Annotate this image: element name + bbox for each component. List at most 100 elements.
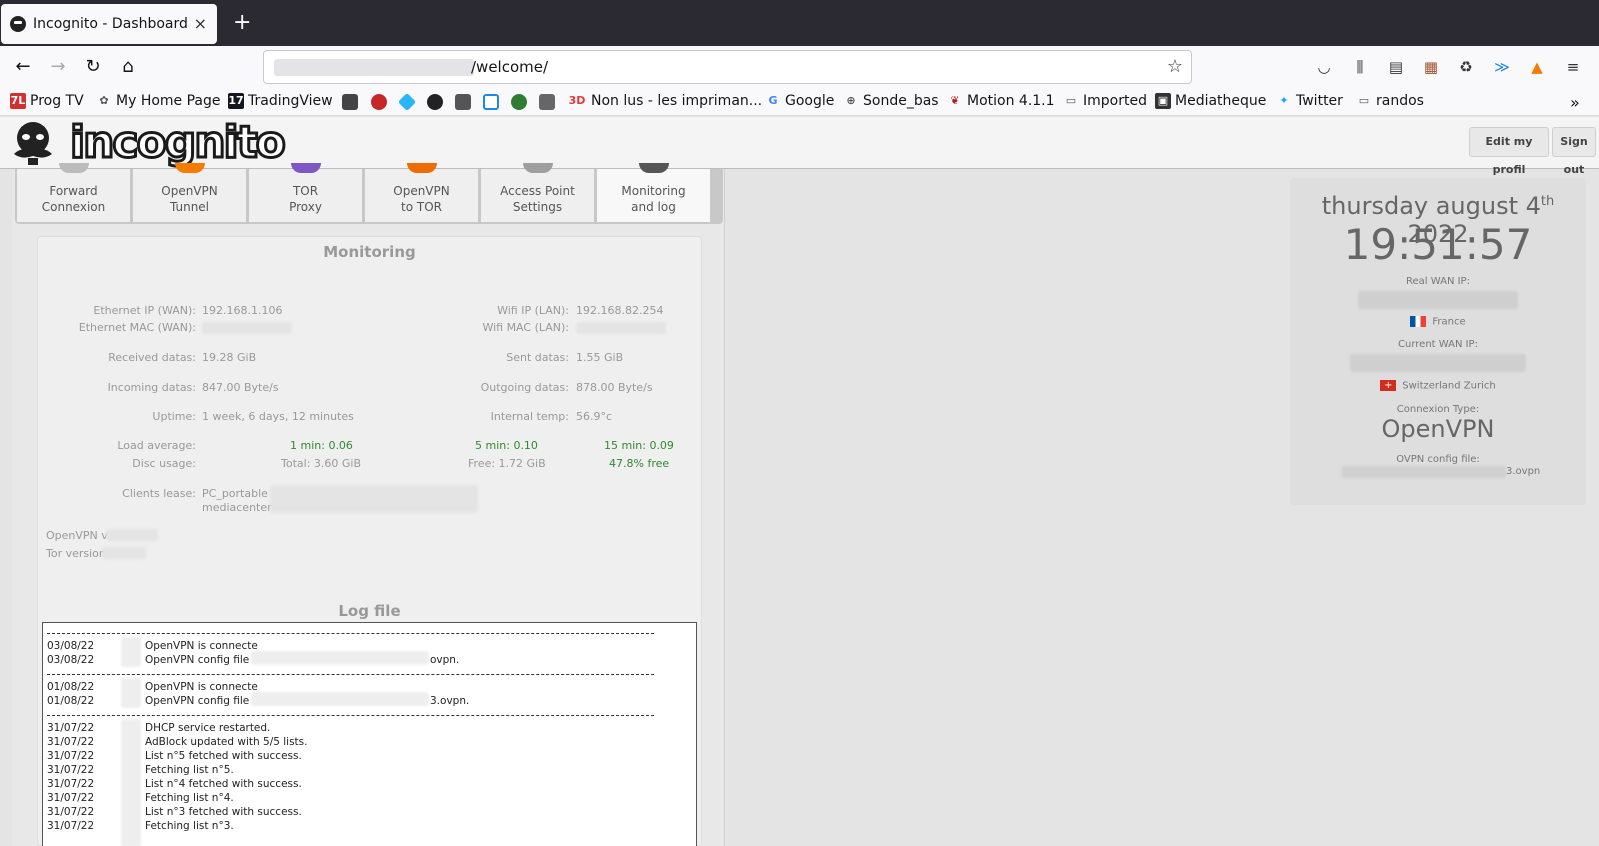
bookmark-tradingview[interactable]: 17 TradingView — [228, 93, 333, 109]
back-arrow-icon[interactable]: ← — [11, 55, 35, 79]
vlc-extension-icon[interactable]: ▲ — [1527, 57, 1547, 77]
bookmark-google[interactable]: G Google — [765, 93, 834, 109]
openwrt-icon[interactable] — [539, 94, 555, 110]
switzerland-flag-icon: + — [1380, 380, 1397, 391]
redacted-value — [121, 719, 141, 846]
tab-openvpn-to-tor[interactable]: OpenVPN to TOR — [365, 163, 479, 222]
bookmark-star-icon[interactable]: ☆ — [1167, 56, 1183, 77]
bookmark-label: Imported — [1083, 93, 1147, 109]
bookmark-non-lus[interactable]: 3D Non lus - les impriman... — [567, 93, 763, 109]
bookmark-folder-randos[interactable]: ▭ randos — [1356, 93, 1424, 109]
ovpn-config-label: OVPN config file: — [1396, 454, 1480, 465]
tab-openvpn-tunnel[interactable]: OpenVPN Tunnel — [133, 163, 247, 222]
outgoing-label: Outgoing datas: — [480, 381, 569, 394]
sidebar-icon[interactable]: ▤ — [1386, 57, 1406, 77]
incoming-value: 847.00 Byte/s — [202, 381, 279, 394]
tab-access-point-settings[interactable]: Access Point Settings — [481, 163, 595, 222]
tab-title: Incognito - Dashboard — [33, 16, 188, 32]
close-tab-icon[interactable]: × — [194, 14, 207, 33]
library-icon[interactable]: ⫼ — [1350, 57, 1370, 77]
log-ovpn-suffix: ovpn. — [430, 654, 460, 666]
monitoring-title: Monitoring — [323, 243, 416, 261]
sign-out-button[interactable]: Sign out — [1552, 127, 1596, 176]
tab-forward-connexion[interactable]: Forward Connexion — [17, 163, 131, 222]
log-date: 31/07/22 — [47, 778, 95, 790]
log-message: OpenVPN is connecte — [145, 640, 258, 652]
tab-label: TOR — [292, 184, 319, 198]
eth-ip-value: 192.168.1.106 — [202, 304, 283, 317]
wifi-ip-value: 192.168.82.254 — [576, 304, 664, 317]
document-icon[interactable] — [483, 94, 499, 110]
bookmark-icon-only-1[interactable] — [342, 94, 358, 110]
bookmark-mediatheque[interactable]: ▣ Mediatheque — [1155, 93, 1266, 109]
raspberry-icon[interactable] — [371, 94, 387, 110]
browser-tab[interactable]: Incognito - Dashboard × — [1, 4, 217, 44]
folder-icon: ▭ — [1358, 94, 1370, 107]
log-message: OpenVPN config file : — [145, 654, 257, 666]
bookmark-sonde-bas[interactable]: ⊕ Sonde_bas — [843, 93, 939, 109]
home-page-icon: ✿ — [99, 94, 109, 107]
disc-total: Total: 3.60 GiB — [281, 457, 362, 470]
log-message: List n°5 fetched with success. — [145, 750, 302, 762]
3d-icon: 3D — [568, 94, 586, 107]
router-icon[interactable] — [455, 94, 471, 110]
log-file-box[interactable]: 03/08/22 OpenVPN is connecte 03/08/22 Op… — [42, 622, 697, 846]
bookmark-label: Mediatheque — [1175, 93, 1267, 109]
openvpn-icon — [175, 163, 205, 173]
bookmark-my-home-page[interactable]: ✿ My Home Page — [96, 93, 221, 109]
uptime-label: Uptime: — [152, 410, 196, 423]
redacted-value — [1358, 291, 1518, 309]
recycle-extension-icon[interactable]: ♻ — [1456, 57, 1476, 77]
tab-label: Forward — [49, 184, 98, 198]
current-wan-ip-label: Current WAN IP: — [1398, 339, 1478, 350]
pocket-icon[interactable]: ◡ — [1314, 57, 1334, 77]
new-tab-button[interactable]: + — [233, 12, 251, 34]
bookmark-twitter[interactable]: ✦ Twitter — [1276, 93, 1343, 109]
bookmark-label: My Home Page — [116, 93, 221, 109]
url-bar[interactable]: /welcome/ ☆ — [263, 50, 1192, 84]
tab-label: Monitoring — [621, 184, 686, 198]
log-separator — [47, 674, 654, 675]
uptime-value: 1 week, 6 days, 12 minutes — [202, 410, 354, 423]
tab-label: to TOR — [401, 200, 442, 214]
menu-hamburger-icon[interactable]: ≡ — [1563, 57, 1583, 77]
bookmark-label: Google — [785, 93, 835, 109]
disc-free-percent: 47.8% free — [609, 457, 670, 470]
redacted-value — [202, 322, 292, 334]
tab-label: Access Point — [500, 184, 575, 198]
clients-lease-label: Clients lease: — [122, 487, 196, 500]
load-15min: 15 min: 0.09 — [604, 439, 674, 452]
log-date: 31/07/22 — [47, 792, 95, 804]
log-date: 03/08/22 — [47, 640, 95, 652]
tab-monitoring-and-log[interactable]: Monitoring and log — [597, 163, 711, 222]
status-panel: thursday august 4th 2022 19:51:57 Real W… — [1290, 178, 1586, 505]
section-tabs: Forward Connexion OpenVPN Tunnel TOR Pro… — [15, 163, 723, 224]
browser-nav-bar: ← → ↻ ⌂ /welcome/ ☆ ◡ ⫼ ▤ ▦ ♻ ≫ ▲ ≡ — [0, 46, 1599, 88]
eth-ip-label: Ethernet IP (WAN): — [93, 304, 196, 317]
log-message: AdBlock updated with 5/5 lists. — [145, 736, 308, 748]
load-5min: 5 min: 0.10 — [475, 439, 538, 452]
kodi-icon[interactable] — [397, 92, 417, 112]
redacted-value — [576, 322, 666, 334]
calendar-extension-icon[interactable]: ▦ — [1421, 57, 1441, 77]
app-header: incognito Edit my profil Sign out — [0, 117, 1599, 176]
green-app-icon[interactable] — [511, 94, 527, 110]
bookmarks-overflow-chevron-icon[interactable]: » — [1570, 93, 1580, 112]
url-host-redacted — [274, 59, 474, 76]
tab-label: and log — [631, 200, 676, 214]
tor-icon — [291, 163, 321, 173]
redacted-value — [121, 637, 141, 667]
reload-icon[interactable]: ↻ — [81, 55, 105, 79]
folder-icon: ▭ — [1065, 94, 1077, 107]
bookmark-label: Sonde_bas — [863, 93, 939, 109]
home-icon[interactable]: ⌂ — [116, 55, 140, 79]
tab-tor-proxy[interactable]: TOR Proxy — [249, 163, 363, 222]
speech-extension-icon[interactable]: ≫ — [1492, 57, 1512, 77]
left-panel: Forward Connexion OpenVPN Tunnel TOR Pro… — [12, 163, 725, 846]
bookmark-motion[interactable]: ❦ Motion 4.1.1 — [947, 93, 1054, 109]
bookmark-prog-tv[interactable]: 7L Prog TV — [10, 93, 84, 109]
bookmark-folder-imported[interactable]: ▭ Imported — [1063, 93, 1147, 109]
incognito-bookmark-icon[interactable] — [427, 94, 443, 110]
forward-arrow-icon[interactable]: → — [46, 55, 70, 79]
edit-profile-button[interactable]: Edit my profil — [1469, 127, 1549, 176]
